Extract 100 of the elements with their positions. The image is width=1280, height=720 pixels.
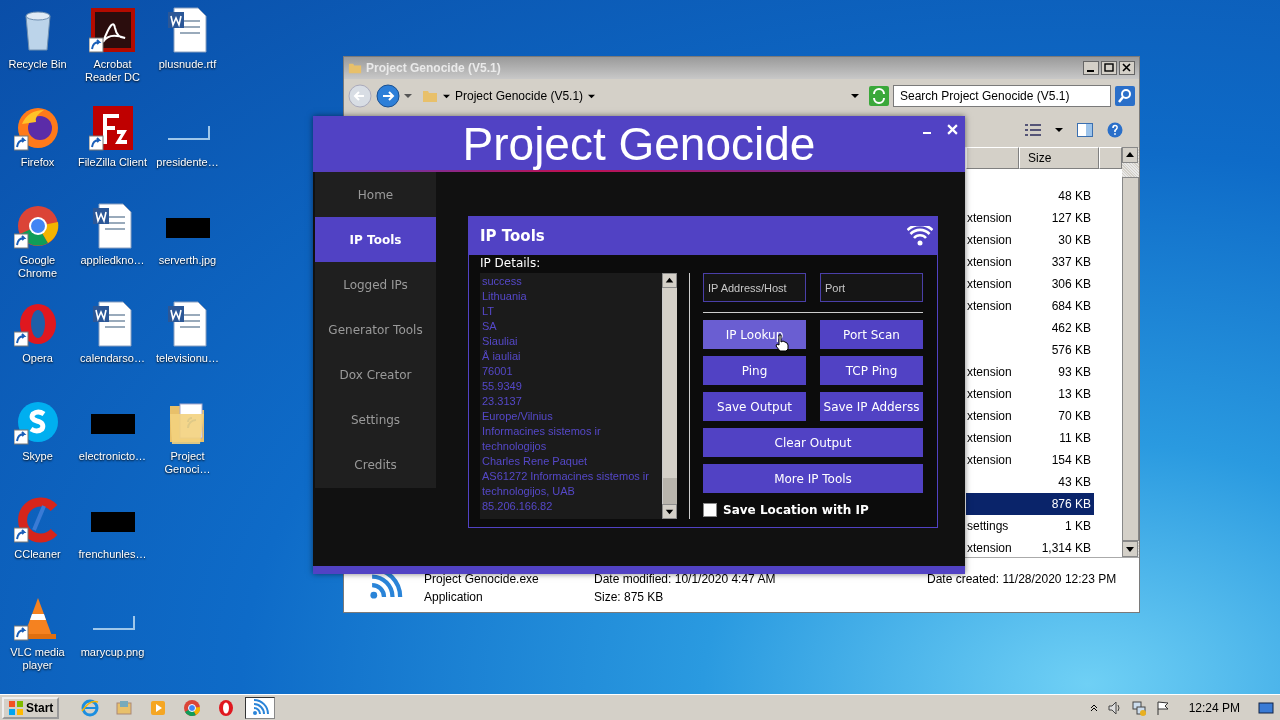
desktop-icon-label[interactable]: presidente… [150, 156, 225, 169]
app-icon[interactable] [88, 6, 137, 54]
desktop-icon-label[interactable]: appliedkno… [75, 254, 150, 267]
maximize-icon[interactable] [1101, 61, 1117, 75]
search-icon[interactable] [1115, 86, 1135, 106]
desktop-icon-label[interactable]: marycup.png [75, 646, 150, 659]
search-field[interactable]: Search Project Genocide (V5.1) [893, 85, 1111, 107]
details-label: IP Details: [480, 255, 542, 272]
date-modified: Date modified: 10/1/2020 4:47 AM [594, 572, 777, 586]
file-row[interactable]: xtension 70 KB [966, 405, 1094, 427]
nav-item[interactable]: Generator Tools [315, 307, 436, 352]
checkbox-label[interactable]: Save Location with IP [723, 503, 869, 517]
wifi-icon [251, 698, 270, 717]
nav-item[interactable]: IP Tools [315, 217, 436, 262]
flag-icon[interactable] [1154, 699, 1171, 716]
scrollbar[interactable] [662, 273, 677, 519]
input-field[interactable]: IP Address/Host [703, 273, 806, 302]
tool-button[interactable]: Save Output [703, 392, 806, 421]
file-row[interactable]: 576 KB [966, 339, 1094, 361]
desktop-icon-label[interactable]: Skype [0, 450, 75, 463]
show-desktop-icon[interactable] [1258, 699, 1274, 716]
desktop-icon-label[interactable]: Acrobat Reader DC [75, 58, 150, 84]
start-button[interactable]: Start [2, 696, 60, 719]
desktop-icon-label[interactable]: frenchunles… [75, 548, 150, 561]
desktop-icon-label[interactable]: plusnude.rtf [150, 58, 225, 71]
file-row[interactable]: xtension 30 KB [966, 229, 1094, 251]
file-row[interactable]: xtension 337 KB [966, 251, 1094, 273]
file-row[interactable]: xtension 684 KB [966, 295, 1094, 317]
desktop-icon-label[interactable]: calendarso… [75, 352, 150, 365]
output-line: Siauliai [482, 334, 519, 349]
desktop-icon-label[interactable]: electronicto… [75, 450, 150, 463]
input-field[interactable]: Port [820, 273, 923, 302]
file-row[interactable]: xtension 306 KB [966, 273, 1094, 295]
desktop-icon-label[interactable]: televisionu… [150, 352, 225, 365]
caret-icon [443, 92, 450, 100]
desktop-icon-label[interactable]: serverth.jpg [150, 254, 225, 267]
refresh-icon[interactable] [869, 86, 889, 106]
forward-icon[interactable] [376, 84, 400, 108]
desktop-icon-label[interactable]: VLC media player [0, 646, 75, 672]
output-box[interactable] [480, 273, 677, 519]
file-row[interactable]: xtension 1,314 KB [966, 537, 1094, 559]
output-line: Informacines sistemos ir technologijos [482, 424, 602, 454]
caret-icon[interactable] [1055, 126, 1063, 134]
file-row[interactable]: xtension 13 KB [966, 383, 1094, 405]
desktop-icon-label[interactable]: Project Genoci… [150, 450, 225, 476]
tool-button[interactable]: TCP Ping [820, 356, 923, 385]
desktop-icon-label[interactable]: Opera [0, 352, 75, 365]
nav-item[interactable]: Logged IPs [315, 262, 436, 307]
desktop-icon-label[interactable]: CCleaner [0, 548, 75, 561]
output-line: Lithuania [482, 289, 528, 304]
scroll-up-icon[interactable] [1122, 147, 1138, 163]
column-header[interactable] [966, 147, 1019, 169]
scroll-down-icon[interactable] [1122, 541, 1138, 557]
output-line: Å iauliai [482, 349, 522, 364]
file-row[interactable]: xtension 154 KB [966, 449, 1094, 471]
speaker-icon[interactable] [1106, 699, 1123, 716]
file-row[interactable]: xtension 127 KB [966, 207, 1094, 229]
desktop-icon-label[interactable]: Google Chrome [0, 254, 75, 280]
tool-button[interactable]: Clear Output [703, 428, 923, 457]
file-row[interactable]: settings 1 KB [966, 515, 1094, 537]
checkbox[interactable] [703, 503, 717, 517]
dropdown-icon[interactable] [851, 92, 859, 100]
file-row[interactable]: xtension 93 KB [966, 361, 1094, 383]
minimize-icon[interactable] [1083, 61, 1099, 75]
tool-button[interactable]: More IP Tools [703, 464, 923, 493]
file-row[interactable]: xtension 11 KB [966, 427, 1094, 449]
nav-item[interactable]: Dox Creator [315, 352, 436, 397]
tool-button[interactable]: IP Lookup [703, 320, 806, 349]
nav-item[interactable]: Settings [315, 397, 436, 442]
column-header[interactable] [1099, 147, 1122, 169]
chevron-up-icon[interactable] [1088, 702, 1099, 713]
desktop-icon-label[interactable]: Recycle Bin [0, 58, 75, 71]
desktop-icon-label[interactable]: FileZilla Client [75, 156, 150, 169]
close-icon[interactable] [1119, 61, 1135, 75]
tool-button[interactable]: Port Scan [820, 320, 923, 349]
file-row[interactable]: 48 KB [966, 185, 1094, 207]
help-icon[interactable] [1107, 122, 1123, 138]
clock[interactable]: 12:24 PM [1188, 700, 1240, 715]
network-icon[interactable] [1130, 699, 1147, 716]
file-row[interactable]: 43 KB [966, 471, 1094, 493]
play-icon [149, 698, 168, 717]
nav-item[interactable]: Credits [315, 442, 436, 487]
desktop-icon-label[interactable]: Firefox [0, 156, 75, 169]
address-text: Project Genocide (V5.1) [455, 89, 584, 103]
column-header[interactable]: Size [1019, 147, 1099, 169]
view-options-icon[interactable] [1025, 123, 1041, 137]
taskbar-app[interactable] [245, 696, 276, 719]
preview-pane-icon[interactable] [1077, 123, 1093, 137]
output-line: 85.206.166.82 [482, 499, 554, 514]
nav-item[interactable]: Home [315, 172, 436, 217]
app-icon [217, 698, 236, 717]
scroll-up-icon[interactable] [662, 273, 677, 288]
app-icon [183, 698, 202, 717]
tool-button[interactable]: Save IP Adderss [820, 392, 923, 421]
output-line: 76001 [482, 364, 514, 379]
tool-button[interactable]: Ping [703, 356, 806, 385]
scroll-down-icon[interactable] [662, 504, 677, 519]
file-row[interactable]: 876 KB [966, 493, 1094, 515]
output-line: 55.9349 [482, 379, 523, 394]
file-row[interactable]: 462 KB [966, 317, 1094, 339]
